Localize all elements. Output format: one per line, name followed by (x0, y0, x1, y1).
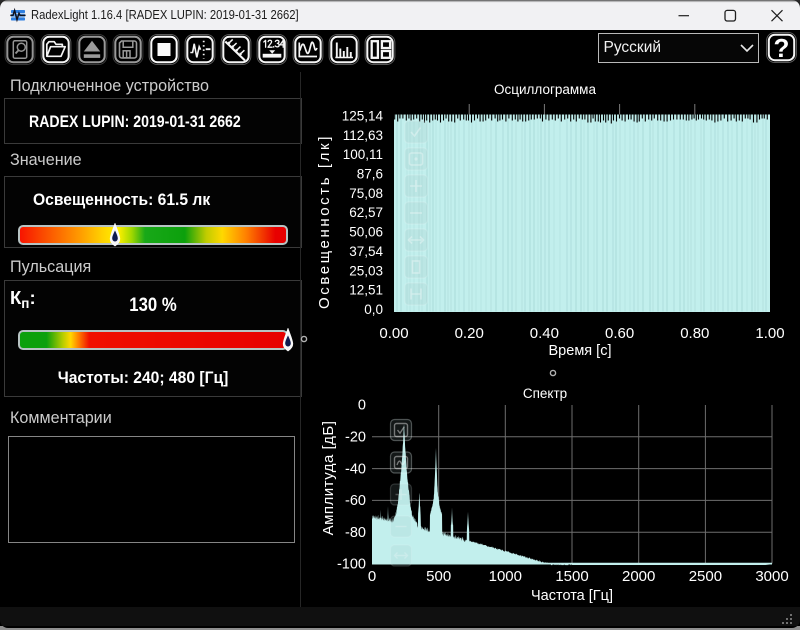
svg-text:0.00: 0.00 (379, 325, 408, 342)
svg-text:112,63: 112,63 (343, 128, 383, 143)
svg-text:0: 0 (358, 398, 366, 414)
svg-text:125,14: 125,14 (342, 108, 384, 123)
svg-text:Время [с]: Время [с] (549, 343, 612, 359)
svg-text:12,51: 12,51 (349, 283, 383, 298)
svg-text:0: 0 (368, 568, 376, 585)
svg-text:1500: 1500 (555, 568, 588, 585)
svg-text:87,6: 87,6 (357, 167, 383, 182)
svg-text:25,03: 25,03 (349, 263, 383, 278)
svg-text:-40: -40 (345, 461, 366, 477)
svg-text:1000: 1000 (489, 568, 522, 585)
svg-text:62,57: 62,57 (349, 205, 383, 220)
svg-text:500: 500 (426, 568, 451, 585)
svg-text:-60: -60 (345, 493, 366, 509)
svg-text:3000: 3000 (755, 568, 788, 585)
svg-text:Освещенность [лк]: Освещенность [лк] (316, 134, 333, 309)
svg-text:37,54: 37,54 (349, 244, 383, 259)
svg-text:2500: 2500 (689, 568, 722, 585)
svg-text:1.00: 1.00 (755, 325, 784, 342)
svg-text:Частота [Гц]: Частота [Гц] (531, 588, 613, 604)
svg-text:Осциллограмма: Осциллограмма (494, 82, 596, 97)
svg-text:0,0: 0,0 (364, 302, 383, 317)
svg-text:50,06: 50,06 (349, 225, 383, 240)
svg-text:2000: 2000 (622, 568, 655, 585)
svg-text:Спектр: Спектр (523, 386, 567, 401)
svg-text:-100: -100 (337, 557, 366, 573)
svg-text:75,08: 75,08 (349, 186, 383, 201)
svg-text:0.60: 0.60 (605, 325, 634, 342)
svg-text:-80: -80 (345, 525, 366, 541)
svg-text:0.80: 0.80 (680, 325, 709, 342)
svg-text:-20: -20 (345, 430, 366, 446)
svg-text:0.40: 0.40 (530, 325, 559, 342)
svg-text:100,11: 100,11 (343, 147, 383, 162)
svg-text:Амплитуда [дБ]: Амплитуда [дБ] (320, 421, 337, 536)
svg-text:0.20: 0.20 (455, 325, 484, 342)
